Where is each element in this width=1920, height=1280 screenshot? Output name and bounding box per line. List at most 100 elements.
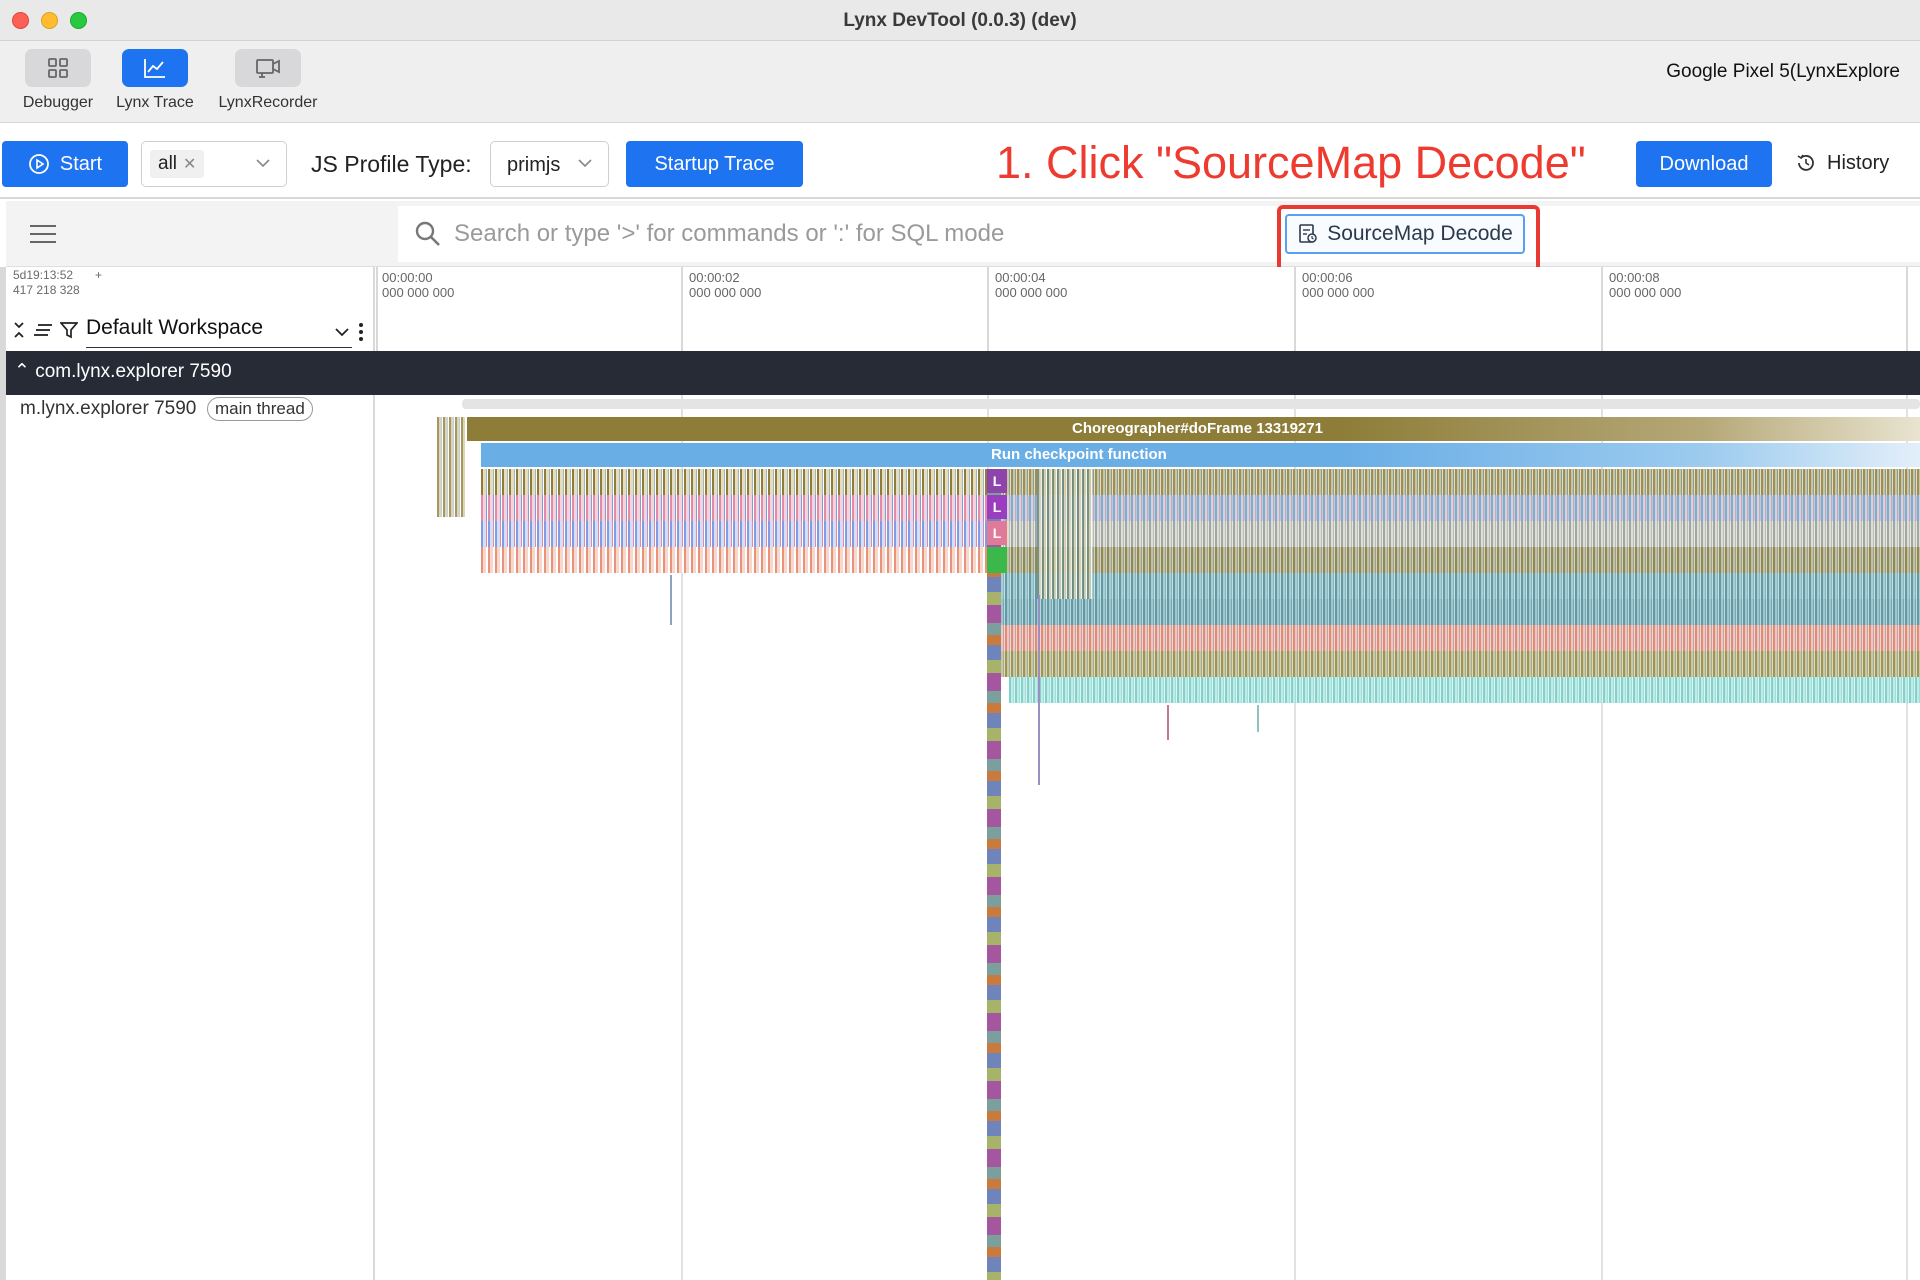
grid-icon: [48, 58, 68, 78]
chevron-down-icon: [335, 328, 349, 337]
js-profile-type-select[interactable]: primjs: [490, 141, 609, 187]
frame-slice[interactable]: Choreographer#doFrame 13319271: [467, 417, 1920, 441]
thin-event: [1257, 705, 1259, 732]
window-title: Lynx DevTool (0.0.3) (dev): [843, 10, 1077, 31]
device-name: Google Pixel 5(LynxExplore: [1666, 61, 1900, 82]
time-origin-ns: 417 218 328: [13, 283, 80, 297]
frame-slice-label: Choreographer#doFrame 13319271: [1072, 420, 1323, 437]
tool-debugger[interactable]: Debugger: [8, 49, 108, 112]
workspace-select[interactable]: Default Workspace: [86, 316, 352, 348]
remove-tag-icon[interactable]: ✕: [183, 156, 196, 173]
marker-l[interactable]: L: [987, 521, 1007, 545]
time-origin-value: 5d19:13:52: [13, 268, 74, 282]
event-cluster: [481, 547, 1047, 573]
deep-call-stack: [987, 469, 1001, 1280]
history-clock-icon: [1797, 154, 1814, 171]
timeline-tick: [376, 267, 378, 351]
event-band: [999, 573, 1920, 599]
tick-label: 00:00:06 000 000 000: [1302, 270, 1375, 300]
time-origin-plus: +: [95, 268, 103, 282]
tool-lynx-trace-label: Lynx Trace: [116, 94, 194, 111]
js-profile-type-value: primjs: [507, 154, 561, 176]
collapse-all-icon[interactable]: [12, 321, 26, 339]
event-cluster: [481, 469, 1047, 495]
sourcemap-decode-button[interactable]: SourceMap Decode: [1285, 214, 1525, 254]
omnibox-row: [6, 201, 1920, 267]
event-band: [999, 521, 1920, 547]
tick-label: 00:00:08 000 000 000: [1609, 270, 1682, 300]
event-cluster: [437, 417, 465, 517]
kebab-menu-icon[interactable]: [358, 322, 364, 342]
startup-trace-label: Startup Trace: [654, 152, 775, 175]
workspace-row: Default Workspace: [10, 316, 370, 350]
download-label: Download: [1659, 152, 1749, 175]
workspace-name: Default Workspace: [86, 316, 264, 339]
thin-event: [670, 575, 672, 625]
start-button[interactable]: Start: [2, 141, 128, 187]
history-button[interactable]: History: [1795, 143, 1889, 183]
event-band: [999, 469, 1920, 495]
green-slice: [987, 547, 1007, 573]
js-profile-type-label: JS Profile Type:: [311, 151, 472, 177]
line-chart-icon: [144, 59, 165, 78]
event-cluster: [481, 495, 1047, 521]
tool-lynx-recorder-label: LynxRecorder: [218, 94, 318, 111]
event-band: [999, 625, 1920, 651]
instruction-annotation: 1. Click "SourceMap Decode": [996, 137, 1586, 188]
timeline-tick: [1906, 267, 1908, 351]
sourcemap-decode-label: SourceMap Decode: [1327, 222, 1513, 245]
filter-tag: all ✕: [150, 150, 205, 178]
tick-label: 00:00:04 000 000 000: [995, 270, 1068, 300]
event-band: [1009, 677, 1920, 703]
timeline-tick: [1294, 267, 1296, 351]
thread-label: m.lynx.explorer 7590: [20, 398, 197, 419]
play-circle-icon: [28, 154, 49, 174]
timeline-tick: [1601, 267, 1603, 351]
window-titlebar: Lynx DevTool (0.0.3) (dev): [0, 0, 1920, 41]
tool-lynx-trace[interactable]: Lynx Trace: [105, 49, 205, 112]
chevron-down-icon: [256, 159, 270, 168]
thread-summary-bar: [462, 399, 1920, 409]
filter-icon[interactable]: [60, 321, 78, 339]
history-label: History: [1827, 151, 1890, 174]
event-band: [999, 651, 1920, 677]
timeline-tick: [681, 267, 683, 351]
time-origin: 5d19:13:52 + 417 218 328: [13, 268, 102, 298]
start-button-label: Start: [59, 152, 103, 175]
checkpoint-slice[interactable]: Run checkpoint function: [481, 443, 1920, 467]
download-button[interactable]: Download: [1636, 141, 1772, 187]
event-band: [999, 547, 1920, 573]
recorder-icon: [256, 59, 280, 78]
process-filter-select[interactable]: all ✕: [141, 141, 287, 187]
event-cluster: [1037, 469, 1092, 599]
tick-label: 00:00:00 000 000 000: [382, 270, 455, 300]
chevron-down-icon: [578, 159, 592, 168]
filter-tag-label: all: [158, 153, 178, 174]
thin-event: [1038, 595, 1040, 785]
startup-trace-button[interactable]: Startup Trace: [626, 141, 803, 187]
tool-switcher: Debugger Lynx Trace LynxRecorder Google …: [0, 41, 1920, 123]
tool-lynx-recorder[interactable]: LynxRecorder: [218, 49, 318, 112]
process-label: ⌃ com.lynx.explorer 7590: [14, 361, 232, 382]
event-band: [999, 495, 1920, 521]
sort-lines-icon[interactable]: [33, 322, 53, 338]
hamburger-menu-icon[interactable]: [28, 223, 58, 245]
checkpoint-slice-label: Run checkpoint function: [991, 446, 1167, 463]
timeline-ruler[interactable]: 00:00:00 000 000 000 00:00:02 000 000 000 …: [376, 267, 1920, 351]
marker-l[interactable]: L: [987, 469, 1007, 493]
flame-chart-canvas[interactable]: Choreographer#doFrame 13319271 Run check…: [377, 395, 1920, 1280]
omnibox: [398, 206, 1920, 262]
event-band: [999, 599, 1920, 625]
tool-debugger-label: Debugger: [22, 94, 94, 111]
thread-badge: main thread: [207, 397, 313, 421]
marker-l[interactable]: L: [987, 495, 1007, 519]
process-track-header[interactable]: ⌃ com.lynx.explorer 7590: [6, 351, 1920, 395]
action-bar: Start all ✕ JS Profile Type: primjs Start…: [0, 123, 1920, 199]
timeline-tick: [987, 267, 989, 351]
omnibox-search-input[interactable]: [454, 214, 1234, 254]
thin-event: [1167, 705, 1169, 740]
tick-label: 00:00:02 000 000 000: [689, 270, 762, 300]
search-icon: [415, 221, 440, 246]
decode-document-icon: [1299, 224, 1317, 243]
event-cluster: [481, 521, 1047, 547]
